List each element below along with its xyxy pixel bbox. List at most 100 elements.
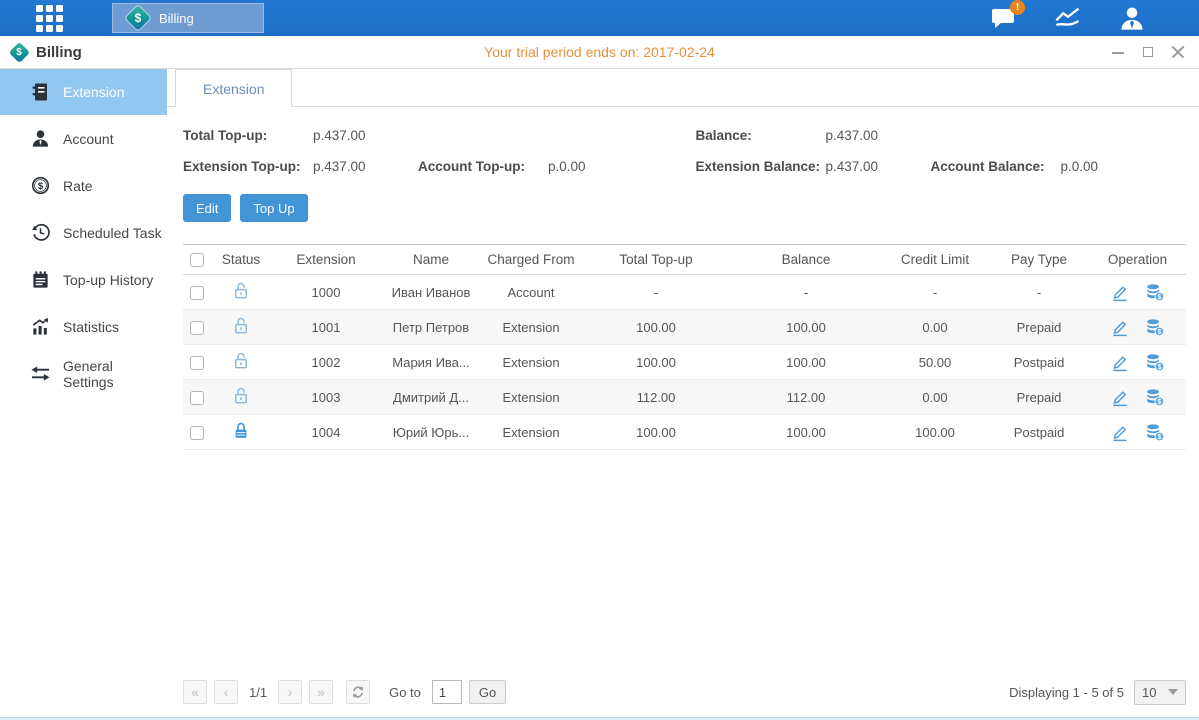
- total-topup-label: Total Top-up:: [183, 128, 313, 143]
- last-page-button[interactable]: »: [309, 680, 333, 704]
- lock-open-icon: [232, 351, 250, 370]
- go-button[interactable]: Go: [469, 680, 506, 704]
- notifications-chat-icon[interactable]: !: [989, 5, 1019, 31]
- col-extension: Extension: [271, 245, 381, 275]
- extension-topup-label: Extension Top-up:: [183, 159, 313, 174]
- chevron-down-icon: [1168, 689, 1178, 695]
- page-indicator: 1/1: [249, 685, 267, 700]
- cell-total-topup: -: [581, 275, 731, 310]
- extension-balance-label: Extension Balance:: [696, 159, 826, 174]
- cell-credit-limit: -: [881, 275, 989, 310]
- total-topup-value: p.437.00: [313, 128, 418, 143]
- edit-pencil-icon[interactable]: [1110, 283, 1129, 302]
- clock-history-icon: [30, 223, 50, 243]
- extensions-table: Status Extension Name Charged From Total…: [183, 244, 1186, 450]
- taskbar-item-billing[interactable]: $ Billing: [112, 3, 264, 33]
- row-checkbox[interactable]: [190, 391, 204, 405]
- row-checkbox[interactable]: [190, 286, 204, 300]
- row-checkbox[interactable]: [190, 356, 204, 370]
- edit-pencil-icon[interactable]: [1110, 388, 1129, 407]
- top-up-coins-icon[interactable]: $: [1145, 423, 1165, 442]
- edit-pencil-icon[interactable]: [1110, 353, 1129, 372]
- lock-status-icon: [232, 323, 250, 338]
- billing-diamond-icon: $: [127, 7, 149, 29]
- table-header-row: Status Extension Name Charged From Total…: [183, 245, 1186, 275]
- svg-text:$: $: [37, 181, 43, 192]
- minimize-icon[interactable]: [1111, 45, 1125, 59]
- balance-summary: Total Top-up: p.437.00 Extension Top-up:…: [183, 120, 1186, 182]
- cell-pay-type: Postpaid: [989, 345, 1089, 380]
- sidebar-item-label: Top-up History: [63, 272, 153, 288]
- table-row[interactable]: 1002 Мария Ива... Extension 100.00 100.0…: [183, 345, 1186, 380]
- action-buttons: Edit Top Up: [183, 194, 1186, 222]
- edit-button[interactable]: Edit: [183, 194, 231, 222]
- row-checkbox[interactable]: [190, 426, 204, 440]
- topbar: $ Billing !: [0, 0, 1199, 36]
- displaying-range-text: Displaying 1 - 5 of 5: [1009, 685, 1124, 700]
- sidebar-item-rate[interactable]: $ Rate: [0, 162, 167, 209]
- top-up-button[interactable]: Top Up: [240, 194, 307, 222]
- account-topup-value: p.0.00: [548, 159, 653, 174]
- table-row[interactable]: 1004 Юрий Юрь... Extension 100.00 100.00…: [183, 415, 1186, 450]
- cell-extension: 1001: [271, 310, 381, 345]
- next-page-button[interactable]: ›: [278, 680, 302, 704]
- page-size-dropdown[interactable]: 10: [1134, 680, 1186, 705]
- notification-badge: !: [1010, 0, 1025, 15]
- col-total-topup: Total Top-up: [581, 245, 731, 275]
- edit-pencil-icon[interactable]: [1110, 423, 1129, 442]
- resource-monitor-chart-icon[interactable]: [1053, 5, 1083, 31]
- tab-extension[interactable]: Extension: [175, 69, 292, 107]
- col-name: Name: [381, 245, 481, 275]
- cell-name: Мария Ива...: [381, 345, 481, 380]
- refresh-button[interactable]: [346, 680, 370, 704]
- select-all-checkbox[interactable]: [190, 253, 204, 267]
- sidebar-item-account[interactable]: Account: [0, 115, 167, 162]
- person-icon: [30, 129, 50, 149]
- col-balance: Balance: [731, 245, 881, 275]
- transfer-arrows-icon: [30, 364, 50, 384]
- maximize-icon[interactable]: [1141, 45, 1155, 59]
- tab-strip: Extension: [167, 69, 1199, 107]
- account-balance-label: Account Balance:: [931, 159, 1061, 174]
- sidebar-item-topup-history[interactable]: Top-up History: [0, 256, 167, 303]
- goto-page-input[interactable]: [432, 680, 462, 704]
- sidebar-item-general-settings[interactable]: General Settings: [0, 350, 167, 397]
- sidebar-item-extension[interactable]: Extension: [0, 69, 167, 115]
- edit-pencil-icon[interactable]: [1110, 318, 1129, 337]
- prev-page-button[interactable]: ‹: [214, 680, 238, 704]
- account-topup-label: Account Top-up:: [418, 159, 548, 174]
- cell-extension: 1000: [271, 275, 381, 310]
- cell-charged-from: Account: [481, 275, 581, 310]
- cell-name: Иван Иванов: [381, 275, 481, 310]
- lock-open-icon: [232, 386, 250, 405]
- svg-text:$: $: [1157, 293, 1161, 301]
- sidebar-item-label: Rate: [63, 178, 93, 194]
- close-icon[interactable]: [1171, 45, 1185, 59]
- cell-extension: 1004: [271, 415, 381, 450]
- user-account-icon[interactable]: [1117, 5, 1147, 31]
- col-charged-from: Charged From: [481, 245, 581, 275]
- row-checkbox[interactable]: [190, 321, 204, 335]
- first-page-button[interactable]: «: [183, 680, 207, 704]
- sidebar-item-scheduled-task[interactable]: Scheduled Task: [0, 209, 167, 256]
- cell-credit-limit: 100.00: [881, 415, 989, 450]
- table-row[interactable]: 1003 Дмитрий Д... Extension 112.00 112.0…: [183, 380, 1186, 415]
- notepad-icon: [30, 270, 50, 290]
- extension-topup-value: p.437.00: [313, 159, 418, 174]
- cell-name: Дмитрий Д...: [381, 380, 481, 415]
- top-up-coins-icon[interactable]: $: [1145, 283, 1165, 302]
- top-up-coins-icon[interactable]: $: [1145, 353, 1165, 372]
- table-row[interactable]: 1000 Иван Иванов Account - - - - $: [183, 275, 1186, 310]
- sidebar-item-statistics[interactable]: Statistics: [0, 303, 167, 350]
- app-launcher-grid-icon[interactable]: [36, 5, 70, 31]
- top-up-coins-icon[interactable]: $: [1145, 388, 1165, 407]
- col-credit-limit: Credit Limit: [881, 245, 989, 275]
- top-up-coins-icon[interactable]: $: [1145, 318, 1165, 337]
- trial-notice: Your trial period ends on: 2017-02-24: [0, 44, 1199, 60]
- cell-balance: 112.00: [731, 380, 881, 415]
- col-status: Status: [211, 245, 271, 275]
- table-row[interactable]: 1001 Петр Петров Extension 100.00 100.00…: [183, 310, 1186, 345]
- cell-charged-from: Extension: [481, 380, 581, 415]
- cell-extension: 1002: [271, 345, 381, 380]
- page-size-value: 10: [1142, 685, 1156, 700]
